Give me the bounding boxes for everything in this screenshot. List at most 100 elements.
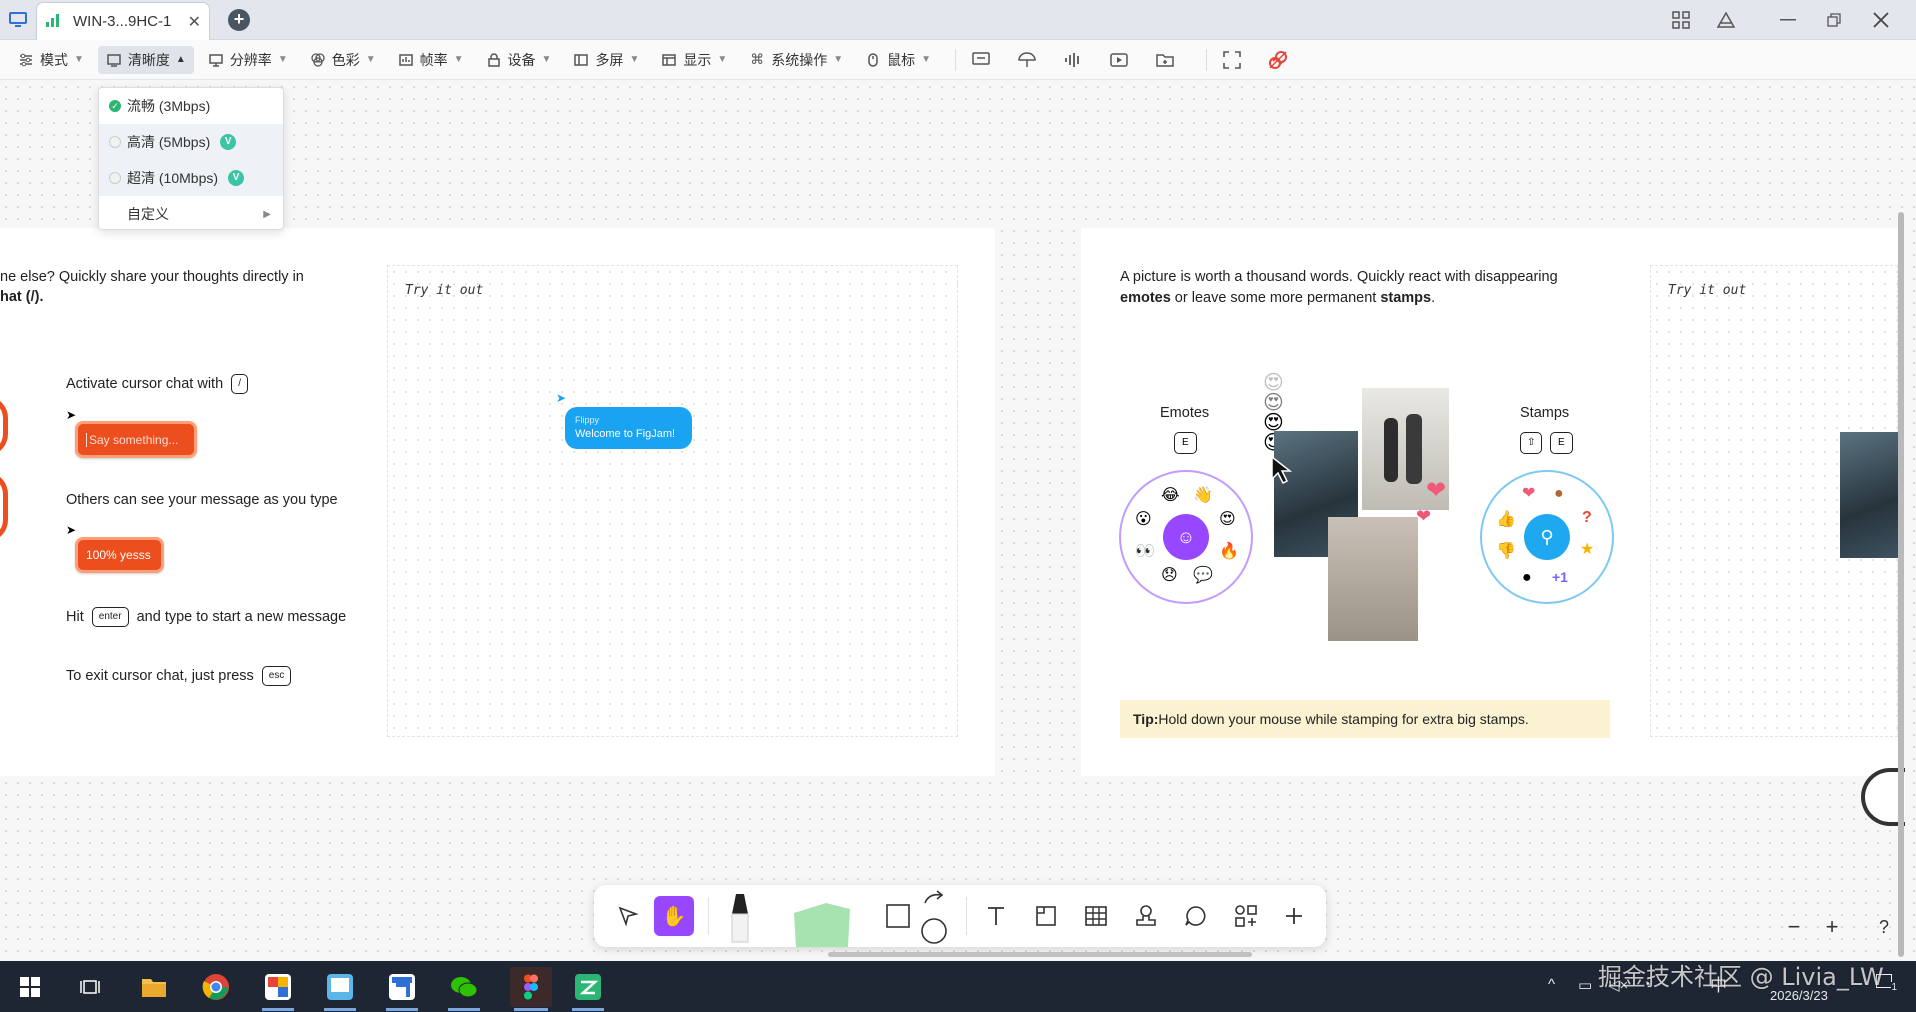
windows-start-icon[interactable] xyxy=(10,967,50,1007)
question-stamp-icon[interactable]: ? xyxy=(1582,510,1592,526)
toolbar-multiscreen-label: 多屏 xyxy=(595,51,624,68)
add-tab-button[interactable]: + xyxy=(228,9,250,31)
close-window-button[interactable] xyxy=(1866,8,1896,32)
stamps-e-key: E xyxy=(1550,432,1573,454)
emotes-label: Emotes xyxy=(1160,405,1210,421)
tip-bold: Tip: xyxy=(1133,711,1159,727)
figma-icon[interactable] xyxy=(510,967,552,1011)
plus-one-stamp-icon[interactable]: +1 xyxy=(1552,570,1568,584)
text-tool-icon[interactable] xyxy=(980,900,1012,932)
select-tool-icon[interactable] xyxy=(612,900,644,932)
record-icon[interactable] xyxy=(1104,46,1134,74)
cookie-stamp-icon[interactable]: ● xyxy=(1554,486,1564,502)
bubble-message: Welcome to FigJam! xyxy=(575,427,676,440)
try-it-label-right: Try it out xyxy=(1668,283,1747,298)
toolbar-multiscreen[interactable]: 多屏 ▼ xyxy=(565,46,647,74)
toolbar-quality[interactable]: 清晰度 ▲ xyxy=(97,45,194,74)
fire-emoji-icon[interactable]: 🔥 xyxy=(1219,544,1239,560)
tray-battery-icon[interactable]: ▭ xyxy=(1578,976,1592,994)
toolbar-mouse[interactable]: 鼠标 ▼ xyxy=(857,46,939,74)
stamp-tool-icon[interactable] xyxy=(1130,900,1162,932)
more-tools-icon[interactable] xyxy=(1278,900,1310,932)
connector-tool-icon[interactable] xyxy=(918,887,950,945)
chat-icon[interactable] xyxy=(966,46,996,74)
chat-input-pill[interactable]: Say something... xyxy=(75,421,197,458)
file-explorer-icon[interactable] xyxy=(134,967,174,1007)
caret-icon: ▼ xyxy=(74,54,84,65)
app-photos-icon[interactable] xyxy=(258,967,298,1011)
hand-tool-icon[interactable]: ✋ xyxy=(654,896,694,936)
toolbar-mode[interactable]: 模式 ▼ xyxy=(10,46,92,74)
mouse-icon xyxy=(865,52,881,68)
toolbar-color[interactable]: 色彩 ▼ xyxy=(302,46,384,74)
eyes-emoji-icon[interactable]: 👀 xyxy=(1135,544,1155,560)
toolbar-display[interactable]: 显示 ▼ xyxy=(653,46,735,74)
umbrella-icon[interactable] xyxy=(1012,46,1042,74)
alert-icon[interactable] xyxy=(1711,8,1741,32)
multiscreen-icon xyxy=(573,52,589,68)
audio-icon[interactable] xyxy=(1058,46,1088,74)
quality-option-uhd[interactable]: 超清 (10Mbps) V xyxy=(99,160,283,196)
floating-emoji-icon: 😍 xyxy=(1263,372,1284,394)
toolbar-resolution[interactable]: 分辨率 ▼ xyxy=(200,46,296,74)
shape-tool-icon[interactable] xyxy=(882,900,914,932)
remote-toolbar: 模式 ▼ 清晰度 ▲ 分辨率 ▼ 色彩 ▼ 帧率 ▼ 设备 ▼ 多屏 ▼ 显示 ▼ ⌘ 系统操作… xyxy=(0,40,1916,80)
horizontal-scrollbar[interactable] xyxy=(828,952,1252,957)
toolbar-framerate[interactable]: 帧率 ▼ xyxy=(390,46,472,74)
tray-chevron-icon[interactable]: ^ xyxy=(1548,976,1555,993)
palette-icon xyxy=(310,52,326,68)
file-transfer-icon[interactable] xyxy=(1150,46,1180,74)
try-it-area-left[interactable] xyxy=(387,265,958,737)
stamps-wheel[interactable]: ⚲ ❤ ● 👍 ? 👎 ★ ● +1 xyxy=(1480,470,1614,604)
zoom-out-button[interactable]: − xyxy=(1776,909,1812,945)
thumbs-down-stamp-icon[interactable]: 👎 xyxy=(1496,544,1516,560)
quality-option-hd[interactable]: 高清 (5Mbps) V xyxy=(99,124,283,160)
tab-remote-session[interactable]: WIN-3...9HC-1 ✕ xyxy=(36,2,210,40)
chevron-right-icon: ▶ xyxy=(263,208,271,220)
lock-icon xyxy=(486,52,502,68)
speech-emoji-icon[interactable]: 💬 xyxy=(1193,568,1213,584)
quality-option-custom[interactable]: 自定义 ▶ xyxy=(99,196,283,232)
emotes-wheel[interactable]: ☺ 😂 👋 😮 😍 👀 🔥 😞 💬 xyxy=(1119,470,1253,604)
wechat-icon[interactable] xyxy=(444,967,484,1011)
thumbs-up-stamp-icon[interactable]: 👍 xyxy=(1496,512,1516,528)
sticky-note-tool-icon[interactable] xyxy=(790,893,854,947)
avatar-stamp-icon[interactable]: ● xyxy=(1522,570,1532,586)
minimize-button[interactable] xyxy=(1773,8,1803,32)
heart-eyes-emoji-icon[interactable]: 😍 xyxy=(1219,512,1236,528)
widgets-tool-icon[interactable] xyxy=(1230,900,1262,932)
close-tab-icon[interactable]: ✕ xyxy=(188,12,201,32)
caret-icon: ▼ xyxy=(833,54,844,65)
marker-tool-icon[interactable] xyxy=(724,889,756,945)
hand-glyph: ✋ xyxy=(661,905,687,928)
surprised-emoji-icon[interactable]: 😮 xyxy=(1135,512,1152,528)
disconnect-icon[interactable] xyxy=(1263,46,1293,74)
remote-app-icon[interactable] xyxy=(568,967,608,1011)
vertical-scrollbar[interactable] xyxy=(1898,212,1904,957)
quality-option-smooth[interactable]: ✓ 流畅 (3Mbps) xyxy=(99,88,283,124)
help-button[interactable]: ? xyxy=(1866,909,1902,945)
option-label: 流畅 (3Mbps) xyxy=(127,98,211,114)
section-tool-icon[interactable] xyxy=(1030,900,1062,932)
table-tool-icon[interactable] xyxy=(1080,900,1112,932)
app-document-icon[interactable] xyxy=(382,967,422,1011)
stamps-bold: stamps xyxy=(1380,290,1432,306)
sad-emoji-icon[interactable]: 😞 xyxy=(1161,568,1178,584)
fullscreen-icon[interactable] xyxy=(1217,46,1247,74)
heart-stamp-icon[interactable]: ❤ xyxy=(1522,486,1535,502)
comment-tool-icon[interactable] xyxy=(1180,900,1212,932)
star-stamp-icon[interactable]: ★ xyxy=(1580,542,1594,558)
grid-view-icon[interactable] xyxy=(1666,8,1696,32)
remote-desktop-icon[interactable] xyxy=(6,8,30,32)
wave-emoji-icon[interactable]: 👋 xyxy=(1193,488,1213,504)
app-gallery-icon[interactable] xyxy=(320,967,360,1011)
task-view-icon[interactable] xyxy=(70,967,110,1007)
stamps-label: Stamps xyxy=(1520,405,1570,421)
chrome-icon[interactable] xyxy=(196,967,236,1007)
zoom-in-button[interactable]: + xyxy=(1814,909,1850,945)
toolbar-system-label: 系统操作 xyxy=(771,51,828,68)
toolbar-system[interactable]: ⌘ 系统操作 ▼ xyxy=(741,46,851,74)
laugh-emoji-icon[interactable]: 😂 xyxy=(1161,488,1180,504)
restore-button[interactable] xyxy=(1819,8,1849,32)
toolbar-device[interactable]: 设备 ▼ xyxy=(478,46,560,74)
